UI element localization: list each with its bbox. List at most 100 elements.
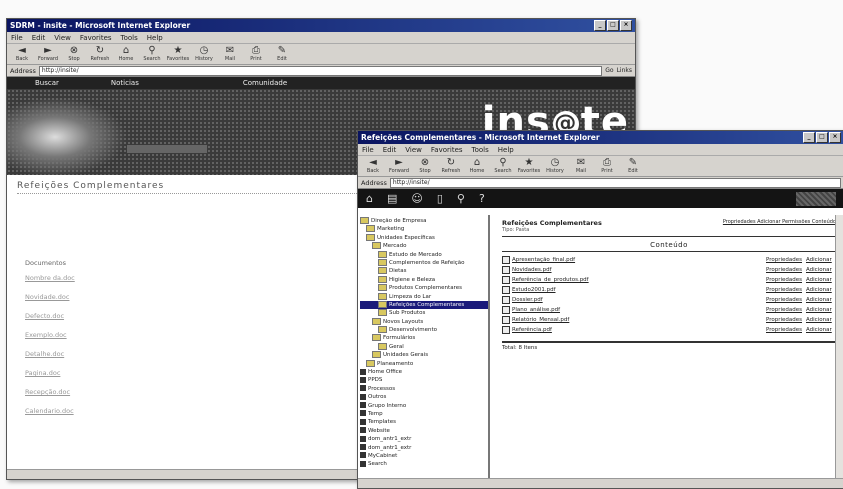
minimize-button[interactable]: _: [594, 20, 606, 31]
go-button[interactable]: Go: [605, 67, 613, 74]
maximize-button[interactable]: □: [816, 132, 828, 143]
toolbar-button-edit[interactable]: ✎ Edit: [271, 45, 293, 63]
menu-item[interactable]: Tools: [121, 34, 138, 42]
app-folder-icon[interactable]: ▤: [387, 192, 397, 205]
toolbar-button-home[interactable]: ⌂ Home: [115, 45, 137, 63]
tree-node[interactable]: dom_antr1_extr: [360, 435, 488, 443]
tree-node[interactable]: Higiene e Beleza: [360, 275, 488, 284]
tree-node[interactable]: Grupo Interno: [360, 402, 488, 410]
tree-node[interactable]: Mercado: [360, 242, 488, 250]
file-action-link[interactable]: Adicionar: [806, 257, 832, 263]
toolbar-button-history[interactable]: ◷ History: [544, 157, 566, 175]
toolbar-button-edit[interactable]: ✎ Edit: [622, 157, 644, 175]
document-link[interactable]: Recepção.doc: [25, 388, 75, 396]
document-link[interactable]: Exemplo.doc: [25, 331, 75, 339]
app-document-icon[interactable]: ▯: [437, 192, 443, 205]
file-action-link[interactable]: Propriedades: [766, 257, 802, 263]
file-action-link[interactable]: Propriedades: [766, 297, 802, 303]
tree-node[interactable]: Produtos Complementares: [360, 284, 488, 292]
file-link[interactable]: Referência.pdf: [512, 327, 766, 333]
file-action-link[interactable]: Adicionar: [806, 317, 832, 323]
file-link[interactable]: Referência_de_produtos.pdf: [512, 277, 766, 283]
toolbar-button-back[interactable]: ◄ Back: [11, 45, 33, 63]
toolbar-button-favorites[interactable]: ★ Favorites: [518, 157, 541, 175]
tree-node[interactable]: Outros: [360, 393, 488, 401]
tree-node[interactable]: Unidades Específicas: [360, 233, 488, 242]
tree-node[interactable]: Novos Layouts: [360, 317, 488, 326]
tree-node[interactable]: Unidades Gerais: [360, 351, 488, 359]
tree-node[interactable]: Planeamento: [360, 359, 488, 368]
toolbar-button-print[interactable]: ⎙ Print: [245, 45, 267, 63]
address-input[interactable]: http://insite/: [389, 177, 841, 188]
file-action-link[interactable]: Adicionar: [806, 287, 832, 293]
links-button[interactable]: Links: [617, 67, 632, 74]
file-link[interactable]: Estudo2001.pdf: [512, 287, 766, 293]
vertical-scrollbar[interactable]: [835, 215, 843, 479]
file-link[interactable]: Novidades.pdf: [512, 267, 766, 273]
tree-node[interactable]: Marketing: [360, 225, 488, 233]
toolbar-button-stop[interactable]: ⊗ Stop: [63, 45, 85, 63]
toolbar-button-forward[interactable]: ► Forward: [37, 45, 59, 63]
menu-item[interactable]: File: [11, 34, 23, 42]
menu-item[interactable]: File: [362, 146, 374, 154]
toolbar-button-home[interactable]: ⌂ Home: [466, 157, 488, 175]
file-action-link[interactable]: Propriedades: [766, 327, 802, 333]
folder-actions[interactable]: Propriedades Adicionar Permissões Conteú…: [723, 219, 836, 225]
toolbar-button-mail[interactable]: ✉ Mail: [219, 45, 241, 63]
tree-node[interactable]: Processos: [360, 385, 488, 393]
toolbar-button-refresh[interactable]: ↻ Refresh: [89, 45, 111, 63]
tree-node[interactable]: Direção de Empresa: [360, 217, 488, 225]
tree-node[interactable]: Website: [360, 427, 488, 435]
tree-node[interactable]: Dietas: [360, 267, 488, 275]
file-action-link[interactable]: Adicionar: [806, 297, 832, 303]
site-nav-item[interactable]: Comunidade: [243, 79, 287, 87]
file-action-link[interactable]: Adicionar: [806, 267, 832, 273]
menu-item[interactable]: Favorites: [431, 146, 463, 154]
toolbar-button-mail[interactable]: ✉ Mail: [570, 157, 592, 175]
app-user-icon[interactable]: ☺: [411, 192, 422, 205]
file-link[interactable]: Relatório_Mensal.pdf: [512, 317, 766, 323]
file-action-link[interactable]: Adicionar: [806, 307, 832, 313]
menu-item[interactable]: Edit: [32, 34, 46, 42]
site-nav-item[interactable]: Noticias: [111, 79, 139, 87]
tree-node[interactable]: Estudo de Mercado: [360, 250, 488, 259]
maximize-button[interactable]: □: [607, 20, 619, 31]
document-link[interactable]: Pagina.doc: [25, 369, 75, 377]
file-action-link[interactable]: Propriedades: [766, 277, 802, 283]
toolbar-button-search[interactable]: ⚲ Search: [492, 157, 514, 175]
toolbar-button-back[interactable]: ◄ Back: [362, 157, 384, 175]
toolbar-button-print[interactable]: ⎙ Print: [596, 157, 618, 175]
close-button[interactable]: ×: [620, 20, 632, 31]
file-link[interactable]: Dossier.pdf: [512, 297, 766, 303]
tree-node[interactable]: Desenvolvimento: [360, 326, 488, 334]
close-button[interactable]: ×: [829, 132, 841, 143]
menu-item[interactable]: Favorites: [80, 34, 112, 42]
document-link[interactable]: Calendario.doc: [25, 407, 75, 415]
menu-item[interactable]: Help: [147, 34, 163, 42]
tree-node[interactable]: Limpeza do Lar: [360, 292, 488, 301]
site-nav-item[interactable]: Buscar: [35, 79, 59, 87]
toolbar-button-history[interactable]: ◷ History: [193, 45, 215, 63]
toolbar-button-refresh[interactable]: ↻ Refresh: [440, 157, 462, 175]
tree-node[interactable]: Search: [360, 460, 488, 468]
file-action-link[interactable]: Propriedades: [766, 317, 802, 323]
minimize-button[interactable]: _: [803, 132, 815, 143]
menu-item[interactable]: Tools: [472, 146, 489, 154]
menu-item[interactable]: Help: [498, 146, 514, 154]
document-link[interactable]: Detalhe.doc: [25, 350, 75, 358]
file-action-link[interactable]: Propriedades: [766, 307, 802, 313]
tree-node[interactable]: Temp: [360, 410, 488, 418]
document-link[interactable]: Novidade.doc: [25, 293, 75, 301]
tree-node[interactable]: Templates: [360, 418, 488, 426]
tree-node[interactable]: Home Office: [360, 368, 488, 376]
document-link[interactable]: Nombre da.doc: [25, 274, 75, 282]
document-link[interactable]: Defecto.doc: [25, 312, 75, 320]
tree-node[interactable]: Geral: [360, 342, 488, 351]
app-search-icon[interactable]: ⚲: [457, 192, 465, 205]
file-action-link[interactable]: Propriedades: [766, 287, 802, 293]
app-help-icon[interactable]: ?: [479, 192, 485, 205]
file-link[interactable]: Plano_análise.pdf: [512, 307, 766, 313]
menu-item[interactable]: View: [405, 146, 422, 154]
tree-node[interactable]: PPDS: [360, 376, 488, 384]
toolbar-button-forward[interactable]: ► Forward: [388, 157, 410, 175]
